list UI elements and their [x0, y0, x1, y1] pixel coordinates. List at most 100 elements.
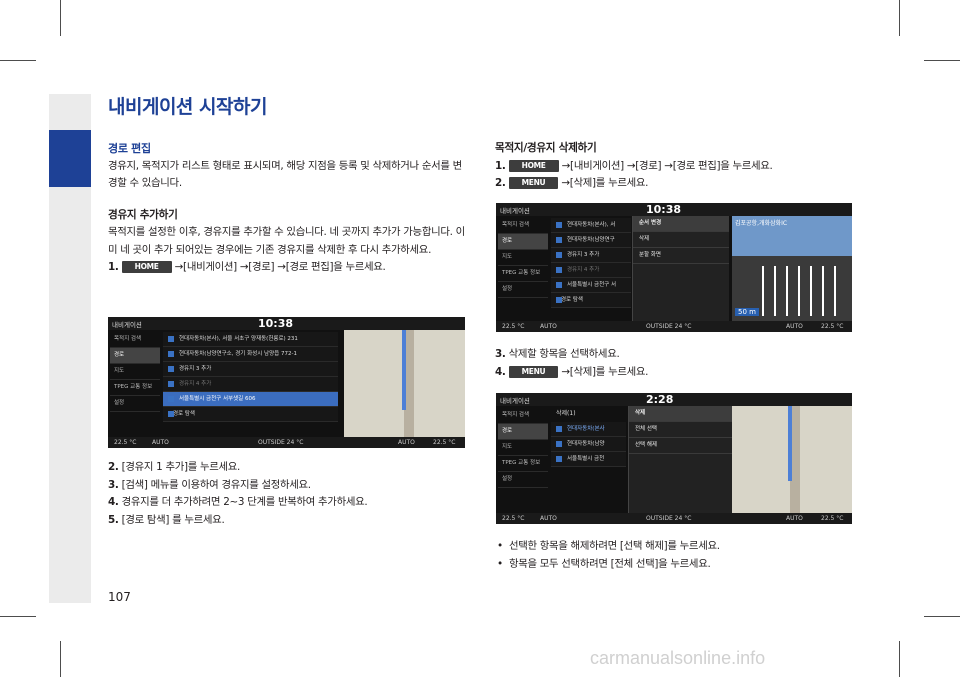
page-number: 107	[108, 590, 131, 604]
side-item[interactable]: 지도	[110, 364, 160, 380]
right-steps-mid: 3. 삭제할 항목을 선택하세요. 4. MENU →[삭제]를 누르세요.	[495, 346, 855, 381]
side-item[interactable]: 목적지 검색	[498, 408, 548, 424]
status-bar: 내비게이션 2:28	[496, 393, 852, 406]
right-column: 목적지/경유지 삭제하기 1. HOME →[내비게이션] →[경로] →[경로…	[495, 140, 855, 193]
crop-mark	[60, 641, 61, 677]
nav-screenshot-2: 내비게이션 10:38 목적지 검색 경로 지도 TPEG 교통 정보 설정 현…	[496, 203, 852, 332]
delete-checkbox-item[interactable]: 서울특별시 금천	[551, 452, 626, 467]
step-item: 3. [검색] 메뉴를 이용하여 경유지를 설정하세요.	[108, 477, 468, 495]
section-heading: 경로 편집	[108, 142, 151, 155]
step-item: 2. [경유지 1 추가]를 누르세요.	[108, 459, 468, 477]
waypoint-list: 현대자동차(본사), 서 현대자동차(남양연구 경유지 3 추가 경유지 4 추…	[551, 218, 631, 308]
step-item: 5. [경로 탐색] 를 누르세요.	[108, 512, 468, 530]
waypoint-item[interactable]: 경유지 4 추가	[551, 263, 631, 278]
step-number: 3.	[495, 348, 506, 360]
screen-title: 내비게이션	[500, 397, 530, 405]
map-view	[732, 406, 852, 513]
side-item[interactable]: 경로	[110, 348, 160, 364]
temp-right: 22.5 °C	[433, 439, 456, 446]
side-item[interactable]: 지도	[498, 440, 548, 456]
side-item[interactable]: 지도	[498, 250, 548, 266]
delete-list: 현대자동차(본사 현대자동차(남양 서울특별시 금천	[551, 422, 626, 467]
highway-sign: 김포공항,개화삼화IC	[735, 220, 788, 227]
step-item: 3. 삭제할 항목을 선택하세요.	[495, 346, 855, 364]
highway-guidance-view: 김포공항,개화삼화IC 50 m	[732, 216, 852, 322]
side-item[interactable]: 경로	[498, 234, 548, 250]
step-text: 경유지를 더 추가하려면 2~3 단계를 반복하여 추가하세요.	[121, 496, 368, 508]
step-number: 3.	[108, 478, 119, 491]
waypoint-item[interactable]: 현대자동차(본사), 서	[551, 218, 631, 233]
status-bar: 내비게이션 10:38	[496, 203, 852, 216]
waypoint-item[interactable]: 현대자동차(남양연구	[551, 233, 631, 248]
left-column: 경로 편집 경유지, 목적지가 리스트 형태로 표시되며, 해당 지점을 등록 …	[108, 140, 468, 277]
step-item: 2. MENU →[삭제]를 누르세요.	[495, 175, 855, 193]
status-bar: 내비게이션 10:38	[108, 317, 465, 330]
side-item[interactable]: TPEG 교통 정보	[498, 456, 548, 472]
side-item[interactable]: 목적지 검색	[498, 218, 548, 234]
side-item[interactable]: TPEG 교통 정보	[498, 266, 548, 282]
auto-left: AUTO	[540, 323, 557, 330]
menu-item[interactable]: 순서 변경	[633, 216, 729, 232]
screen-side-menu: 목적지 검색 경로 지도 TPEG 교통 정보 설정	[498, 408, 548, 488]
step-number: 2.	[495, 177, 506, 189]
side-item[interactable]: 목적지 검색	[110, 332, 160, 348]
right-bullets: 선택한 항목을 해제하려면 [선택 해제]를 누르세요. 항목을 모두 선택하려…	[495, 538, 855, 573]
side-item[interactable]: 설정	[498, 282, 548, 298]
crop-mark	[0, 60, 36, 61]
outside-temp: OUTSIDE 24 °C	[258, 439, 304, 446]
clock: 10:38	[646, 203, 682, 216]
step-text: →[삭제]를 누르세요.	[561, 365, 649, 378]
section-heading: 목적지/경유지 삭제하기	[495, 142, 597, 154]
step-text: [검색] 메뉴를 이용하여 경유지를 설정하세요.	[121, 478, 312, 491]
step-text: 삭제할 항목을 선택하세요.	[508, 348, 620, 360]
step-number: 4.	[108, 496, 119, 508]
clock: 2:28	[646, 393, 674, 406]
section-body: 경유지, 목적지가 리스트 형태로 표시되며, 해당 지점을 등록 및 삭제하거…	[108, 159, 462, 190]
route-search-button[interactable]: 경로 탐색	[163, 407, 338, 422]
step-number: 1.	[108, 261, 119, 273]
menu-item[interactable]: 삭제	[633, 232, 729, 248]
context-menu: 순서 변경 삭제 분할 화면	[632, 216, 729, 322]
temp-left: 22.5 °C	[114, 439, 137, 446]
menu-item[interactable]: 삭제	[629, 406, 733, 422]
climate-bar: 22.5 °C AUTO OUTSIDE 24 °C AUTO 22.5 °C	[496, 321, 852, 332]
screen-title: 내비게이션	[500, 207, 530, 215]
waypoint-item[interactable]: 현대자동차(남양연구소, 경기 화성시 남양읍 772-1	[163, 347, 338, 362]
chapter-tab	[49, 130, 91, 187]
auto-left: AUTO	[540, 515, 557, 522]
side-item[interactable]: TPEG 교통 정보	[110, 380, 160, 396]
section-body: 목적지를 설정한 이후, 경유지를 추가할 수 있습니다. 네 곳까지 추가가 …	[108, 226, 465, 256]
side-item[interactable]: 설정	[498, 472, 548, 488]
auto-right: AUTO	[398, 439, 415, 446]
auto-right: AUTO	[786, 323, 803, 330]
waypoint-item[interactable]: 서울특별시 금천구 서	[551, 278, 631, 293]
temp-right: 22.5 °C	[821, 515, 844, 522]
side-item[interactable]: 경로	[498, 424, 548, 440]
waypoint-item[interactable]: 경유지 4 추가	[163, 377, 338, 392]
climate-bar: 22.5 °C AUTO OUTSIDE 24 °C AUTO 22.5 °C	[108, 437, 465, 448]
waypoint-list: 현대자동차(본사), 서울 서초구 양재동(헌릉로) 231 현대자동차(남양연…	[163, 332, 338, 422]
crop-mark	[0, 616, 36, 617]
step-item: 4. 경유지를 더 추가하려면 2~3 단계를 반복하여 추가하세요.	[108, 494, 468, 512]
menu-item[interactable]: 선택 해제	[629, 438, 733, 454]
lane-arrows	[752, 266, 842, 316]
crop-mark	[60, 0, 61, 36]
page-title: 내비게이션 시작하기	[108, 96, 267, 118]
side-item[interactable]: 설정	[110, 396, 160, 412]
crop-mark	[899, 641, 900, 677]
waypoint-item[interactable]: 경유지 3 추가	[163, 362, 338, 377]
distance-readout: 50 m	[735, 308, 759, 316]
left-steps: 2. [경유지 1 추가]를 누르세요. 3. [검색] 메뉴를 이용하여 경유…	[108, 459, 468, 529]
waypoint-item[interactable]: 서울특별시 금천구 서부샛길 606	[163, 392, 338, 407]
step-number: 1.	[495, 159, 506, 172]
waypoint-item[interactable]: 현대자동차(본사), 서울 서초구 양재동(헌릉로) 231	[163, 332, 338, 347]
delete-checkbox-item[interactable]: 현대자동차(남양	[551, 437, 626, 452]
menu-item[interactable]: 분할 화면	[633, 248, 729, 264]
delete-checkbox-item[interactable]: 현대자동차(본사	[551, 422, 626, 437]
route-search-button[interactable]: 경로 탐색	[551, 293, 631, 308]
waypoint-item[interactable]: 경유지 3 추가	[551, 248, 631, 263]
step-number: 5.	[108, 513, 119, 526]
step-item: 4. MENU →[삭제]를 누르세요.	[495, 364, 855, 382]
climate-bar: 22.5 °C AUTO OUTSIDE 24 °C AUTO 22.5 °C	[496, 513, 852, 524]
menu-item[interactable]: 전체 선택	[629, 422, 733, 438]
